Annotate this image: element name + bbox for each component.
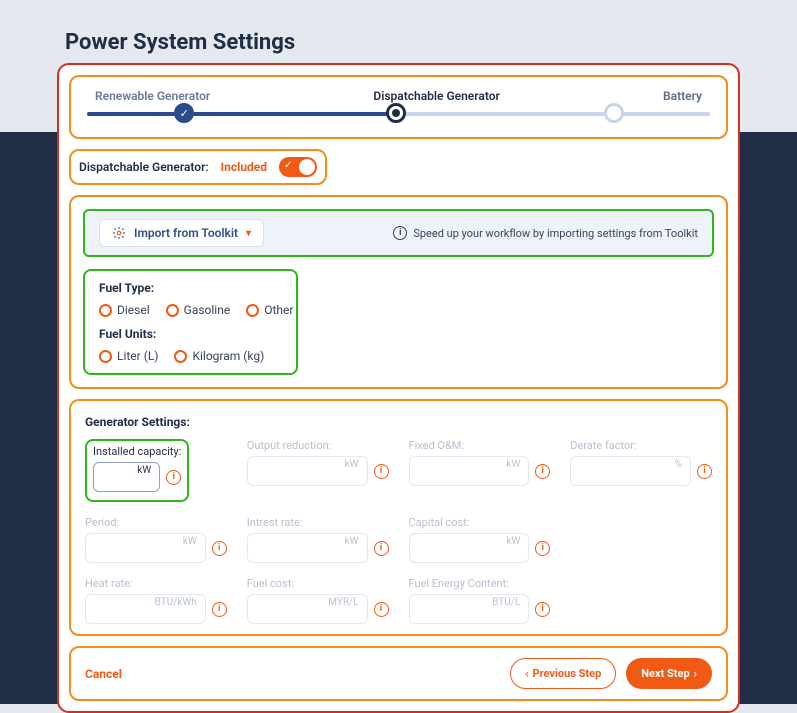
step-node-dispatchable[interactable]	[386, 103, 406, 123]
info-icon[interactable]: i	[166, 470, 181, 485]
chevron-down-icon: ▾	[246, 228, 251, 239]
output-reduction-input[interactable]: kW	[247, 456, 368, 486]
chevron-right-icon: ›	[694, 667, 697, 680]
check-icon: ✓	[284, 160, 292, 171]
footer: Cancel ‹Previous Step Next Step›	[69, 646, 728, 701]
step-label-renewable[interactable]: Renewable Generator	[95, 89, 210, 103]
info-icon[interactable]: i	[212, 602, 227, 617]
field-installed-capacity: Installed capacity: kW i	[93, 445, 181, 492]
info-icon[interactable]: i	[697, 464, 712, 479]
info-icon[interactable]: i	[374, 464, 389, 479]
import-from-toolkit-button[interactable]: Import from Toolkit ▾	[99, 219, 264, 247]
step-node-battery[interactable]	[604, 103, 624, 123]
field-capital-cost: Capital cost:kWi	[409, 516, 551, 563]
radio-icon	[246, 304, 259, 317]
fuel-units-label: Fuel Units:	[99, 327, 282, 341]
include-section: Dispatchable Generator: Included ✓	[69, 149, 327, 185]
stepper: Renewable Generator Dispatchable Generat…	[69, 75, 728, 139]
import-bar: Import from Toolkit ▾ i Speed up your wo…	[83, 209, 714, 257]
previous-step-button[interactable]: ‹Previous Step	[510, 658, 616, 689]
next-step-button[interactable]: Next Step›	[626, 658, 712, 689]
import-fuel-section: Import from Toolkit ▾ i Speed up your wo…	[69, 195, 728, 389]
info-icon[interactable]: i	[212, 541, 227, 556]
capital-cost-input[interactable]: kW	[409, 533, 530, 563]
field-fixed-om: Fixed O&M:kWi	[409, 439, 551, 502]
check-icon: ✓	[180, 108, 189, 119]
period-input[interactable]: kW	[85, 533, 206, 563]
fuel-unit-kilogram[interactable]: Kilogram (kg)	[174, 349, 264, 363]
fuel-section: Fuel Type: Diesel Gasoline Other Fuel Un…	[83, 269, 298, 375]
include-toggle[interactable]: ✓	[279, 157, 317, 177]
field-output-reduction: Output reduction:kWi	[247, 439, 389, 502]
info-icon[interactable]: i	[374, 602, 389, 617]
include-label: Dispatchable Generator:	[79, 160, 209, 174]
cancel-button[interactable]: Cancel	[85, 667, 122, 681]
fuel-cost-input[interactable]: MYR/L	[247, 594, 368, 624]
field-fuel-energy-content: Fuel Energy Content:BTU/Li	[409, 577, 551, 624]
installed-capacity-input[interactable]: kW	[93, 462, 160, 492]
fuel-type-diesel[interactable]: Diesel	[99, 303, 150, 317]
fuel-type-other[interactable]: Other	[246, 303, 293, 317]
field-period: Period:kWi	[85, 516, 227, 563]
fuel-type-gasoline[interactable]: Gasoline	[166, 303, 231, 317]
derate-factor-input[interactable]: %	[570, 456, 691, 486]
page-title: Power System Settings	[65, 30, 295, 55]
info-icon[interactable]: i	[535, 602, 550, 617]
field-heat-rate: Heat rate:BTU/kWhi	[85, 577, 227, 624]
intrest-rate-input[interactable]: kW	[247, 533, 368, 563]
gear-icon	[112, 226, 126, 240]
fuel-unit-liter[interactable]: Liter (L)	[99, 349, 158, 363]
generator-settings-section: Generator Settings: Installed capacity: …	[69, 399, 728, 636]
generator-settings-title: Generator Settings:	[85, 415, 716, 429]
field-intrest-rate: Intrest rate:kWi	[247, 516, 389, 563]
heat-rate-input[interactable]: BTU/kWh	[85, 594, 206, 624]
field-fuel-cost: Fuel cost:MYR/Li	[247, 577, 389, 624]
step-label-dispatchable[interactable]: Dispatchable Generator	[373, 89, 499, 103]
info-icon: i	[393, 226, 407, 240]
chevron-left-icon: ‹	[525, 667, 528, 680]
include-state: Included	[221, 160, 267, 174]
radio-icon	[174, 350, 187, 363]
fuel-energy-content-input[interactable]: BTU/L	[409, 594, 530, 624]
import-button-label: Import from Toolkit	[134, 226, 238, 240]
fuel-type-label: Fuel Type:	[99, 281, 282, 295]
info-icon[interactable]: i	[374, 541, 389, 556]
field-derate-factor: Derate factor:%i	[570, 439, 712, 502]
radio-icon	[99, 350, 112, 363]
settings-card: Renewable Generator Dispatchable Generat…	[57, 63, 740, 713]
fixed-om-input[interactable]: kW	[409, 456, 530, 486]
radio-icon	[166, 304, 179, 317]
info-icon[interactable]: i	[535, 541, 550, 556]
import-hint: Speed up your workflow by importing sett…	[413, 227, 698, 240]
radio-icon	[99, 304, 112, 317]
step-node-renewable[interactable]: ✓	[174, 103, 194, 123]
step-label-battery[interactable]: Battery	[663, 89, 702, 103]
info-icon[interactable]: i	[535, 464, 550, 479]
